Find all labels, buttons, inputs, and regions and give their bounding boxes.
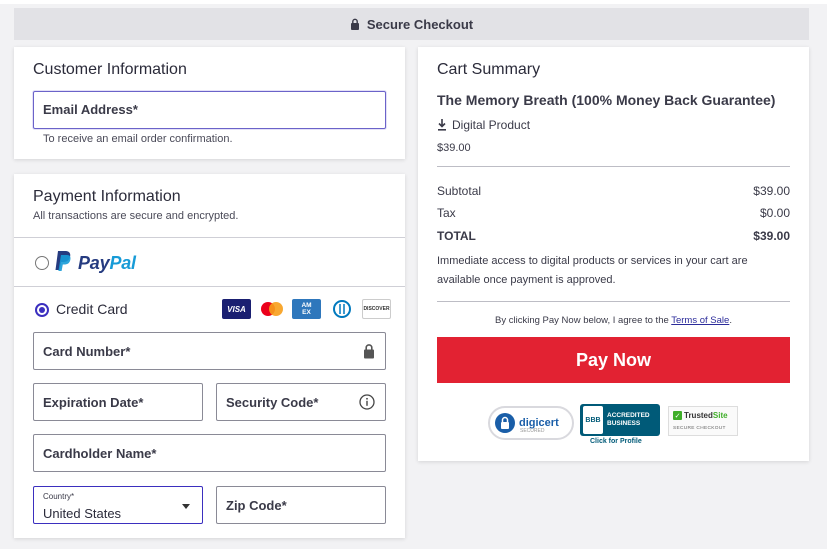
bbb-badge[interactable]: BBB ACCREDITED BUSINESS Click for Profile	[580, 404, 660, 448]
site-word: Site	[712, 411, 728, 420]
bbb-accredited: ACCREDITED	[607, 412, 650, 419]
cart-summary-card: Cart Summary The Memory Breath (100% Mon…	[418, 47, 809, 461]
digicert-secured: SECURED	[520, 428, 545, 434]
total-label: TOTAL	[437, 229, 476, 243]
payment-information-card: Payment Information All transactions are…	[14, 174, 405, 538]
expiration-date-field[interactable]: Expiration Date*	[33, 383, 203, 421]
visa-icon: VISA	[222, 299, 251, 319]
banner-label: Secure Checkout	[366, 16, 474, 32]
email-placeholder: Email Address*	[43, 102, 138, 117]
digicert-lock-icon	[494, 412, 516, 434]
paypal-radio[interactable]	[35, 256, 49, 270]
card-number-field[interactable]: Card Number*	[33, 332, 386, 370]
access-note: Immediate access to digital products or …	[437, 255, 748, 286]
download-icon	[438, 119, 446, 131]
cardholder-name-field[interactable]: Cardholder Name*	[33, 434, 386, 472]
pay-now-button[interactable]: Pay Now	[437, 337, 790, 383]
country-value: United States	[43, 506, 122, 521]
terms-suffix: .	[729, 315, 732, 326]
info-icon[interactable]	[359, 394, 375, 410]
zip-code-placeholder: Zip Code*	[226, 497, 287, 513]
cart-summary-title: Cart Summary	[437, 61, 541, 78]
tax-value: $0.00	[759, 206, 790, 220]
discover-icon: DISCOVER	[362, 299, 391, 319]
subtotal-row: Subtotal $39.00	[437, 184, 790, 198]
card-number-placeholder: Card Number*	[43, 343, 131, 359]
country-label: Country*	[43, 492, 75, 501]
terms-of-sale-link[interactable]: Terms of Sale	[671, 315, 729, 326]
payment-subtitle: All transactions are secure and encrypte…	[33, 210, 239, 222]
bbb-seal-icon: BBB	[583, 406, 603, 434]
lock-icon	[350, 18, 360, 30]
email-field[interactable]: Email Address*	[33, 91, 386, 129]
cardholder-name-placeholder: Cardholder Name*	[43, 445, 157, 461]
product-type: Digital Product	[437, 118, 530, 132]
paypal-word-pay: Pay	[78, 253, 110, 273]
divider	[437, 301, 790, 302]
email-help-text: To receive an email order confirmation.	[43, 133, 233, 145]
terms-prefix: By clicking Pay Now below, I agree to th…	[495, 315, 672, 326]
secure-checkout-banner: Secure Checkout	[14, 8, 809, 40]
expiration-date-placeholder: Expiration Date*	[43, 394, 144, 410]
top-edge	[0, 0, 827, 4]
chevron-down-icon	[182, 504, 190, 509]
divider	[437, 166, 790, 167]
diners-club-icon	[327, 299, 356, 319]
bbb-business: BUSINESS	[607, 420, 641, 427]
credit-card-label[interactable]: Credit Card	[56, 301, 128, 317]
terms-text: By clicking Pay Now below, I agree to th…	[418, 315, 809, 326]
trust-badges: digicert SECURED BBB ACCREDITED BUSINESS …	[488, 402, 748, 450]
zip-code-field[interactable]: Zip Code*	[216, 486, 386, 524]
total-value: $39.00	[753, 229, 790, 243]
trustedsite-badge[interactable]: ✓ Trusted Site SECURE CHECKOUT	[668, 406, 738, 436]
paypal-option[interactable]: PayPal	[54, 250, 136, 277]
card-logos: VISA AM EX DISCOVER	[222, 299, 391, 319]
trusted-word: Trusted	[684, 411, 713, 420]
credit-card-radio[interactable]	[35, 303, 49, 317]
lock-icon	[363, 344, 375, 359]
product-price: $39.00	[437, 142, 471, 154]
product-name: The Memory Breath (100% Money Back Guara…	[437, 92, 776, 108]
digicert-badge[interactable]: digicert SECURED	[488, 406, 574, 440]
tax-label: Tax	[437, 206, 456, 220]
customer-information-title: Customer Information	[33, 61, 187, 78]
security-code-field[interactable]: Security Code*	[216, 383, 386, 421]
amex-icon: AM EX	[292, 299, 321, 319]
paypal-icon	[54, 250, 72, 277]
mastercard-icon	[257, 299, 286, 319]
total-row: TOTAL $39.00	[437, 229, 790, 243]
security-code-placeholder: Security Code*	[226, 394, 319, 410]
customer-information-card: Customer Information Email Address* To r…	[14, 47, 405, 159]
check-icon: ✓	[673, 411, 682, 420]
tax-row: Tax $0.00	[437, 206, 790, 220]
payment-information-title: Payment Information	[33, 188, 181, 205]
subtotal-value: $39.00	[753, 184, 790, 198]
divider	[14, 237, 405, 238]
divider	[14, 286, 405, 287]
trusted-secure-checkout: SECURE CHECKOUT	[673, 426, 726, 431]
bbb-click-for-profile[interactable]: Click for Profile	[590, 438, 642, 445]
subtotal-label: Subtotal	[437, 184, 482, 198]
paypal-word-pal: Pal	[109, 253, 136, 273]
product-type-label: Digital Product	[452, 118, 531, 132]
country-select[interactable]: Country* United States	[33, 486, 203, 524]
